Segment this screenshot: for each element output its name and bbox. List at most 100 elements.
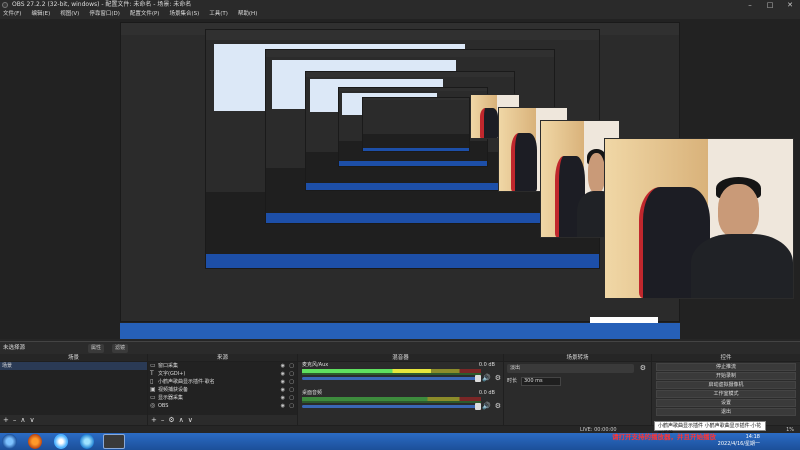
- source-toolbar: 未选择源 属性 滤镜: [0, 341, 800, 354]
- menu-profile[interactable]: 配置文件(P): [130, 10, 160, 19]
- transition-select[interactable]: 淡出: [507, 364, 634, 373]
- start-button-icon[interactable]: [2, 434, 17, 449]
- transitions-dock-title: 场景转场: [504, 354, 651, 362]
- stop-streaming-button[interactable]: 停止推流: [656, 363, 796, 371]
- source-item[interactable]: ▭ 窗口采集 ◉ ▢: [148, 362, 297, 370]
- text-icon: T: [150, 370, 154, 377]
- volume-slider-handle[interactable]: [475, 375, 481, 382]
- camera-icon: ▣: [150, 386, 156, 393]
- obs-logo-icon: [2, 2, 8, 8]
- track-db: 0.0 dB: [478, 390, 495, 396]
- clock-date: 2022/4/16/星期一: [717, 441, 760, 447]
- source-label: 窗口采集: [158, 363, 179, 369]
- menu-help[interactable]: 帮助(H): [238, 10, 257, 19]
- lock-icon[interactable]: ▢: [289, 386, 294, 394]
- move-up-icon[interactable]: ∧: [20, 416, 25, 424]
- volume-meter-secondary: [302, 373, 481, 375]
- title-bar: OBS 27.2.2 (32-bit, windows) - 配置文件: 未命名…: [0, 0, 800, 10]
- eye-icon[interactable]: ◉: [281, 402, 285, 410]
- filters-button[interactable]: 滤镜: [112, 344, 129, 353]
- add-icon[interactable]: +: [151, 416, 157, 424]
- eye-icon[interactable]: ◉: [281, 386, 285, 394]
- transitions-body: 淡出 ⚙ 时长 300 ms: [504, 362, 651, 425]
- source-item[interactable]: ▣ 视频捕获设备 ◉ ▢: [148, 386, 297, 394]
- obs-taskbar-icon[interactable]: [103, 434, 125, 449]
- scenes-toolbar: + – ∧ ∨: [0, 415, 147, 425]
- gear-icon[interactable]: ⚙: [640, 364, 646, 372]
- duration-input[interactable]: 300 ms: [521, 377, 561, 386]
- mixer-tracks: 麦克风/Aux 0.0 dB 🔊 ⚙ 桌面音频 0.0 dB 🔊 ⚙: [298, 362, 503, 425]
- lock-icon[interactable]: ▢: [289, 362, 294, 370]
- controls-body: 停止推流 开始录制 启动虚拟摄像机 工作室模式 设置 退出: [652, 362, 800, 425]
- clock-time: 14:18: [745, 434, 760, 440]
- text-icon: ▯: [150, 378, 154, 385]
- track-name: 麦克风/Aux: [302, 362, 329, 368]
- window-icon: ▭: [150, 362, 156, 369]
- lock-icon[interactable]: ▢: [289, 370, 294, 378]
- remove-icon[interactable]: –: [161, 416, 165, 424]
- scenes-dock: 场景 场景 + – ∧ ∨: [0, 354, 148, 425]
- speaker-icon[interactable]: 🔊: [482, 402, 491, 410]
- menu-docks[interactable]: 停靠窗口(D): [89, 10, 120, 19]
- source-item[interactable]: ▭ 显示器采集 ◉ ▢: [148, 394, 297, 402]
- volume-slider[interactable]: [302, 403, 481, 410]
- sources-list: ▭ 窗口采集 ◉ ▢ T 文字(GDI+) ◉ ▢ ▯ 小鹤声歌曲显示插件·歌名…: [148, 362, 297, 415]
- speaker-icon[interactable]: 🔊: [482, 374, 491, 382]
- maximize-icon[interactable]: □: [760, 0, 780, 10]
- menu-view[interactable]: 视图(V): [60, 10, 79, 19]
- eye-icon[interactable]: ◉: [281, 362, 285, 370]
- settings-button[interactable]: 设置: [656, 399, 796, 407]
- properties-button[interactable]: 属性: [88, 344, 105, 353]
- transitions-dock: 场景转场 淡出 ⚙ 时长 300 ms: [504, 354, 652, 425]
- eye-icon[interactable]: ◉: [281, 378, 285, 386]
- lock-icon[interactable]: ▢: [289, 402, 294, 410]
- minimize-icon[interactable]: –: [740, 0, 760, 10]
- cloud-app-icon[interactable]: [54, 434, 68, 449]
- move-up-icon[interactable]: ∧: [179, 416, 184, 424]
- mixer-track: 麦克风/Aux 0.0 dB 🔊 ⚙: [298, 362, 503, 382]
- firefox-icon[interactable]: [28, 434, 42, 449]
- track-db: 0.0 dB: [478, 362, 495, 368]
- remove-icon[interactable]: –: [13, 416, 17, 424]
- lock-icon[interactable]: ▢: [289, 378, 294, 386]
- volume-slider-handle[interactable]: [475, 403, 481, 410]
- close-icon[interactable]: ✕: [780, 0, 800, 10]
- sources-dock-title: 来源: [148, 354, 297, 362]
- mixer-dock-title: 混音器: [298, 354, 503, 362]
- start-virtual-camera-button[interactable]: 启动虚拟摄像机: [656, 381, 796, 389]
- scene-item[interactable]: 场景: [0, 362, 147, 370]
- source-item[interactable]: ▯ 小鹤声歌曲显示插件·歌名 ◉ ▢: [148, 378, 297, 386]
- nested-obs-frame: [362, 97, 470, 152]
- preview-canvas[interactable]: [0, 19, 800, 339]
- exit-button[interactable]: 退出: [656, 408, 796, 416]
- move-down-icon[interactable]: ∨: [188, 416, 193, 424]
- controls-dock-title: 控件: [652, 354, 800, 362]
- source-item[interactable]: T 文字(GDI+) ◉ ▢: [148, 370, 297, 378]
- mixer-dock: 混音器 麦克风/Aux 0.0 dB 🔊 ⚙ 桌面音频 0.0 dB 🔊 ⚙: [298, 354, 504, 425]
- source-label: OBS: [158, 403, 169, 409]
- studio-mode-button[interactable]: 工作室模式: [656, 390, 796, 398]
- eye-icon[interactable]: ◉: [281, 394, 285, 402]
- gear-icon[interactable]: ⚙: [168, 416, 174, 424]
- menu-file[interactable]: 文件(F): [3, 10, 21, 19]
- start-recording-button[interactable]: 开始录制: [656, 372, 796, 380]
- sources-toolbar: + – ⚙ ∧ ∨: [148, 415, 297, 425]
- menu-edit[interactable]: 编辑(E): [31, 10, 50, 19]
- obs-window: OBS 27.2.2 (32-bit, windows) - 配置文件: 未命名…: [0, 0, 800, 450]
- browser-icon[interactable]: [80, 434, 94, 449]
- monitor-icon: ▭: [150, 394, 156, 401]
- volume-slider[interactable]: [302, 375, 481, 382]
- gear-icon[interactable]: ⚙: [495, 402, 501, 410]
- transition-duration-row: 时长 300 ms: [507, 377, 648, 388]
- menu-tools[interactable]: 工具(T): [209, 10, 228, 19]
- scenes-dock-title: 场景: [0, 354, 147, 362]
- add-icon[interactable]: +: [3, 416, 9, 424]
- menu-scene-collection[interactable]: 场景集合(S): [169, 10, 199, 19]
- source-label: 显示器采集: [158, 395, 184, 401]
- move-down-icon[interactable]: ∨: [30, 416, 35, 424]
- source-item[interactable]: ◎ OBS ◉ ▢: [148, 402, 297, 410]
- lock-icon[interactable]: ▢: [289, 394, 294, 402]
- clock: 14:18 2022/4/16/星期一: [718, 434, 760, 448]
- eye-icon[interactable]: ◉: [281, 370, 285, 378]
- gear-icon[interactable]: ⚙: [495, 374, 501, 382]
